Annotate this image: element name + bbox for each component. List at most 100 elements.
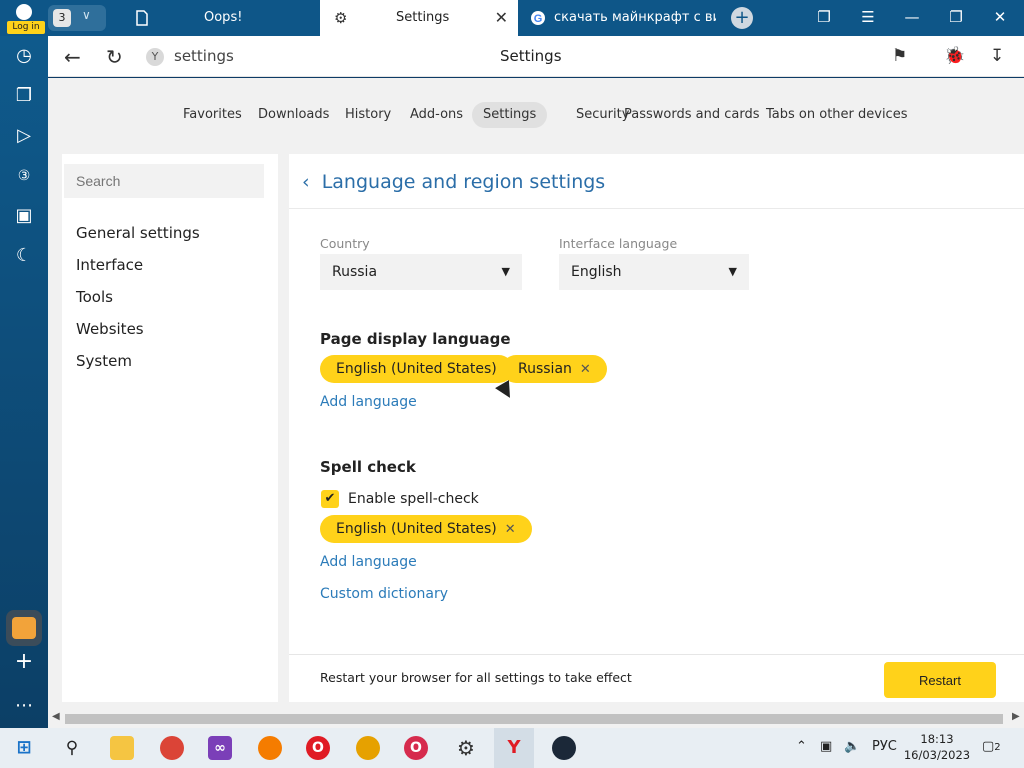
horizontal-scrollbar[interactable]: ◀ ▶	[48, 708, 1024, 728]
counter-icon[interactable]: ③	[12, 164, 36, 188]
notification-count: 2	[994, 742, 1001, 753]
page-display-heading: Page display language	[320, 330, 511, 348]
screenshot-icon[interactable]: ▣	[12, 204, 36, 228]
restart-button[interactable]: Restart	[884, 662, 996, 698]
tab-group-button[interactable]: 3 ∨	[48, 5, 106, 31]
gear-icon: ⚙	[334, 9, 348, 27]
language-chip[interactable]: Russian ✕	[502, 355, 607, 383]
scrollbar-thumb[interactable]	[65, 714, 1003, 724]
settings-sidebar: General settings Interface Tools Website…	[62, 154, 278, 702]
taskbar: ⊞ ⚲ ∞ O O ⚙ Y ⌃ ▣ 🔈 РУС 18:13 16/03/2023…	[0, 728, 1024, 768]
language-chip[interactable]: English (United States)	[320, 355, 513, 383]
download-icon[interactable]: ↧	[990, 46, 1004, 66]
visual-studio-icon[interactable]: ∞	[208, 736, 232, 760]
firefox-icon[interactable]	[258, 736, 282, 760]
interface-language-select[interactable]: English ▼	[559, 254, 749, 290]
envelope-icon	[12, 617, 36, 639]
settings-main-panel: ‹ Language and region settings Country R…	[289, 154, 1024, 702]
moon-icon[interactable]: ☾	[12, 244, 36, 268]
spell-check-checkbox[interactable]: ✔	[321, 490, 339, 508]
more-icon[interactable]: ⋯	[12, 694, 36, 718]
site-icon: Y	[146, 48, 164, 66]
remove-icon[interactable]: ✕	[505, 522, 516, 537]
sidebar-item-interface[interactable]: Interface	[76, 256, 143, 274]
bookmark-icon[interactable]: ⚑	[892, 46, 907, 66]
windows-start-icon[interactable]: ⊞	[12, 736, 36, 760]
section-title: Language and region settings	[321, 171, 606, 193]
browser-icon[interactable]	[356, 736, 380, 760]
add-icon[interactable]: +	[12, 650, 36, 674]
bookmarks-panel-icon[interactable]: ❐	[814, 8, 834, 26]
section-header[interactable]: ‹ Language and region settings	[302, 171, 605, 193]
tab-settings[interactable]: ⚙ Settings ✕	[320, 0, 518, 36]
chevron-down-icon: ▼	[501, 265, 510, 278]
settings-page: Favorites Downloads History Add-ons Sett…	[48, 78, 1024, 708]
interface-language-label: Interface language	[559, 236, 678, 251]
reload-button[interactable]: ↻	[106, 45, 123, 69]
svg-text:G: G	[534, 13, 543, 25]
network-icon[interactable]: ▣	[820, 739, 832, 754]
address-bar: ← ↻ Y settings Settings ⚑ 🐞 ↧	[48, 36, 1024, 77]
remove-icon[interactable]: ✕	[580, 362, 591, 377]
divider	[289, 208, 1024, 209]
opera-icon[interactable]: O	[306, 736, 330, 760]
nav-passwords[interactable]: Passwords and cards	[613, 102, 770, 128]
nav-favorites[interactable]: Favorites	[172, 102, 253, 128]
sidebar-item-general[interactable]: General settings	[76, 224, 200, 242]
login-button[interactable]: Log in	[4, 2, 45, 34]
tab-search[interactable]: G скачать майнкрафт с вир	[520, 0, 718, 36]
notification-button[interactable]: ▢2	[982, 739, 1001, 754]
mail-app-button[interactable]	[6, 610, 42, 646]
tab-oops[interactable]: Oops!	[120, 0, 318, 36]
sidebar-item-system[interactable]: System	[76, 352, 132, 370]
sidebar-item-websites[interactable]: Websites	[76, 320, 144, 338]
input-language[interactable]: РУС	[872, 739, 897, 754]
nav-settings[interactable]: Settings	[472, 102, 548, 128]
collections-icon[interactable]: ❐	[12, 84, 36, 108]
login-label: Log in	[7, 21, 45, 34]
close-window-button[interactable]: ✕	[990, 8, 1010, 26]
restore-button[interactable]: ❐	[946, 8, 966, 26]
close-tab-icon[interactable]: ✕	[495, 8, 508, 27]
volume-icon[interactable]: 🔈	[844, 739, 860, 754]
extension-icon[interactable]: 🐞	[944, 46, 965, 66]
custom-dictionary-link[interactable]: Custom dictionary	[320, 586, 448, 602]
clock[interactable]: 18:13 16/03/2023	[903, 731, 971, 763]
spell-check-heading: Spell check	[320, 458, 416, 476]
restart-message: Restart your browser for all settings to…	[320, 670, 632, 685]
clock-date: 16/03/2023	[903, 748, 971, 762]
play-icon[interactable]: ▷	[12, 124, 36, 148]
google-icon: G	[531, 11, 545, 25]
nav-addons[interactable]: Add-ons	[399, 102, 474, 128]
scroll-right-icon[interactable]: ▶	[1012, 711, 1020, 722]
opera-gx-icon[interactable]: O	[404, 736, 428, 760]
chrome-icon[interactable]	[160, 736, 184, 760]
menu-icon[interactable]: ☰	[858, 8, 878, 26]
back-button[interactable]: ←	[64, 45, 81, 69]
new-tab-button[interactable]: +	[731, 7, 753, 29]
tab-title: Settings	[396, 10, 450, 25]
history-icon[interactable]: ◷	[12, 44, 36, 68]
settings-gear-icon[interactable]: ⚙	[454, 736, 478, 760]
tab-title: Oops!	[204, 10, 243, 25]
search-icon[interactable]: ⚲	[60, 736, 84, 760]
nav-tabs-other-devices[interactable]: Tabs on other devices	[755, 102, 918, 128]
add-spell-language-link[interactable]: Add language	[320, 554, 417, 570]
yandex-browser-icon[interactable]: Y	[502, 736, 526, 760]
file-explorer-icon[interactable]	[110, 736, 134, 760]
sidebar-item-tools[interactable]: Tools	[76, 288, 113, 306]
spell-check-language-chip[interactable]: English (United States) ✕	[320, 515, 532, 543]
url-field[interactable]: settings	[174, 47, 234, 65]
nav-downloads[interactable]: Downloads	[247, 102, 340, 128]
scroll-left-icon[interactable]: ◀	[52, 711, 60, 722]
nav-history[interactable]: History	[334, 102, 402, 128]
country-select[interactable]: Russia ▼	[320, 254, 522, 290]
steam-icon[interactable]	[552, 736, 576, 760]
country-label: Country	[320, 236, 370, 251]
minimize-button[interactable]: —	[902, 8, 922, 26]
show-hidden-icons[interactable]: ⌃	[796, 739, 807, 754]
add-language-link[interactable]: Add language	[320, 394, 417, 410]
chat-icon: ▢	[982, 739, 995, 754]
search-input[interactable]	[64, 164, 264, 198]
restart-bar: Restart your browser for all settings to…	[289, 654, 1024, 702]
